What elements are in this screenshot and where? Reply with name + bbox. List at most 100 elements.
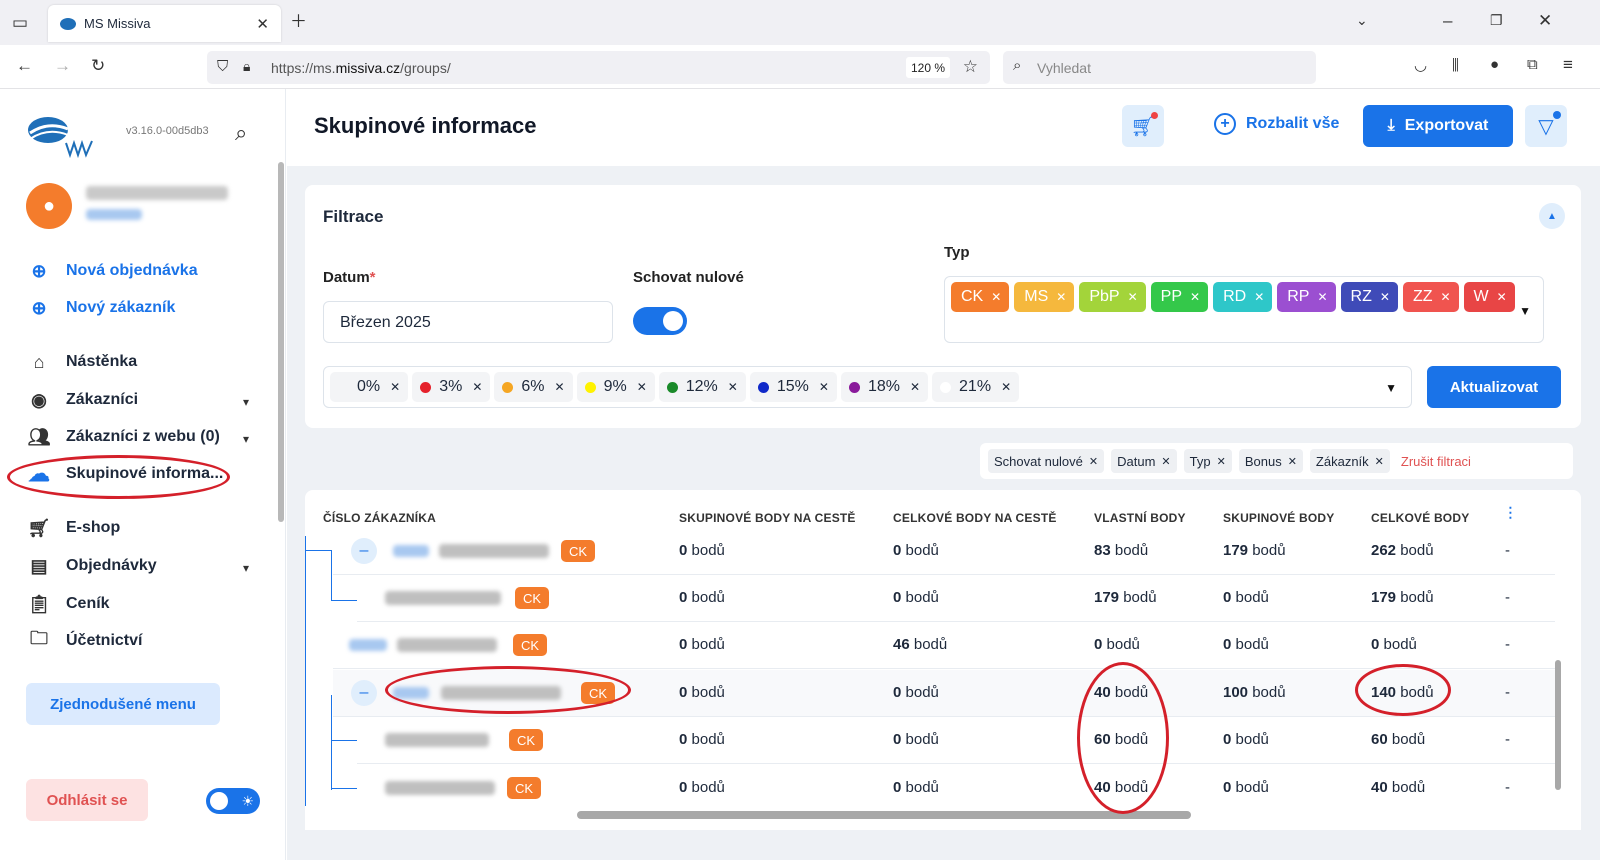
sidebar-item-customers[interactable]: ◉ Zákazníci xyxy=(26,387,138,413)
column-header[interactable]: SKUPINOVÉ BODY xyxy=(1223,511,1335,525)
remove-icon[interactable]: ✕ xyxy=(819,380,829,394)
back-icon[interactable]: ← xyxy=(16,57,33,74)
account-icon[interactable]: ● xyxy=(1490,57,1499,72)
remove-icon[interactable]: ✕ xyxy=(910,380,920,394)
sidebar-item-eshop[interactable]: 🛒︎ E-shop xyxy=(26,515,121,541)
restore-icon[interactable]: ❐ xyxy=(1490,13,1503,27)
type-chip[interactable]: ZZ ✕ xyxy=(1402,282,1459,312)
active-filter-chip[interactable]: Typ ✕ xyxy=(1183,449,1232,473)
remove-icon[interactable]: ✕ xyxy=(1001,380,1011,394)
column-settings-icon[interactable]: ⫶ xyxy=(1508,504,1513,525)
sidebar-item-orders[interactable]: ▤ Objednávky xyxy=(26,553,156,579)
column-header[interactable]: ČÍSLO ZÁKAZNÍKA xyxy=(323,511,436,525)
bonus-chip[interactable]: 12% ✕ xyxy=(658,372,746,402)
type-chip[interactable]: RD ✕ xyxy=(1213,282,1273,312)
collapse-row-icon[interactable]: – xyxy=(351,538,377,564)
sidebar-item-group-info[interactable]: ☁ Skupinové informa... xyxy=(26,461,223,487)
type-chip[interactable]: PP ✕ xyxy=(1150,282,1209,312)
remove-icon[interactable]: ✕ xyxy=(1089,455,1098,468)
expand-all-button[interactable]: + Rozbalit vše xyxy=(1214,113,1339,135)
browser-tab[interactable]: MS Missiva ✕ xyxy=(48,5,281,42)
zoom-level[interactable]: 120 % xyxy=(906,57,950,78)
active-filter-chip[interactable]: Zákazník ✕ xyxy=(1309,449,1390,473)
remove-icon[interactable]: ✕ xyxy=(728,380,738,394)
address-bar[interactable]: ⛉ 🔒︎ https://ms. missiva.cz/groups/ 120 %… xyxy=(207,51,990,84)
remove-icon[interactable]: ✕ xyxy=(390,380,400,394)
remove-icon[interactable]: ✕ xyxy=(1161,455,1170,468)
active-filter-chip[interactable]: Schovat nulové ✕ xyxy=(988,449,1105,473)
vertical-scrollbar[interactable] xyxy=(1555,660,1561,790)
bookmark-star-icon[interactable]: ☆ xyxy=(963,58,978,75)
sidebar-scrollbar[interactable] xyxy=(278,162,284,522)
remove-icon[interactable]: ✕ xyxy=(1317,290,1327,304)
active-filter-chip[interactable]: Datum ✕ xyxy=(1111,449,1177,473)
pocket-icon[interactable]: ◡ xyxy=(1414,58,1427,73)
bonus-chip[interactable]: 18% ✕ xyxy=(840,372,929,402)
column-header[interactable]: CELKOVÉ BODY xyxy=(1371,511,1469,525)
forward-icon[interactable]: → xyxy=(54,57,71,74)
type-chip[interactable]: MS ✕ xyxy=(1014,282,1075,312)
sidebar-item-dashboard[interactable]: ⌂ Nástěnka xyxy=(26,349,138,375)
update-button[interactable]: Aktualizovat xyxy=(1427,366,1561,408)
remove-icon[interactable]: ✕ xyxy=(555,380,565,394)
remove-icon[interactable]: ✕ xyxy=(991,290,1001,304)
dropdown-caret-icon[interactable]: ▼ xyxy=(1385,381,1397,395)
new-customer-link[interactable]: ⊕ Nový zákazník xyxy=(26,295,175,321)
type-chip[interactable]: PbP ✕ xyxy=(1079,282,1146,312)
filter-button[interactable]: ▽ xyxy=(1525,105,1567,147)
sidebar-item-pricelist[interactable]: 📋︎ Ceník xyxy=(26,591,110,617)
menu-icon[interactable]: ≡ xyxy=(1563,56,1573,73)
remove-icon[interactable]: ✕ xyxy=(1497,290,1507,304)
bonus-chip[interactable]: 6% ✕ xyxy=(494,372,573,402)
tab-overflow-chevron-icon[interactable]: ⌄ xyxy=(1356,13,1368,27)
cart-button[interactable]: 🛒︎ xyxy=(1122,105,1164,147)
bonus-multiselect[interactable]: 0% ✕ 3% ✕ 6% ✕ 9% ✕ 12% ✕ 15% ✕ 18% ✕ 21% ✕ ▼ xyxy=(323,366,1412,408)
logout-button[interactable]: Odhlásit se xyxy=(26,779,148,821)
dropdown-caret-icon[interactable]: ▼ xyxy=(1519,304,1531,318)
remove-icon[interactable]: ✕ xyxy=(472,380,482,394)
tab-list-icon[interactable]: ▭ xyxy=(12,14,28,31)
remove-icon[interactable]: ✕ xyxy=(1128,290,1138,304)
close-tab-icon[interactable]: ✕ xyxy=(256,15,269,33)
type-chip[interactable]: W ✕ xyxy=(1463,282,1515,312)
chevron-down-icon[interactable]: ▾ xyxy=(243,432,249,446)
type-chip[interactable]: RZ ✕ xyxy=(1340,282,1398,312)
bonus-chip[interactable]: 3% ✕ xyxy=(412,372,491,402)
type-chip[interactable]: CK ✕ xyxy=(951,282,1010,312)
shield-icon[interactable]: ⛉ xyxy=(217,59,228,74)
sidebar-item-accounting[interactable]: 🗀︎ Účetnictví xyxy=(26,628,142,654)
browser-search-input[interactable]: ⌕ Vyhledat xyxy=(1003,51,1316,84)
sidebar-item-web-customers[interactable]: 👥︎ Zákazníci z webu (0) xyxy=(26,424,220,450)
remove-icon[interactable]: ✕ xyxy=(1375,455,1384,468)
collapse-filter-icon[interactable]: ▲ xyxy=(1539,203,1565,229)
bonus-chip[interactable]: 15% ✕ xyxy=(749,372,837,402)
collapse-row-icon[interactable]: – xyxy=(351,680,377,706)
column-header[interactable]: VLASTNÍ BODY xyxy=(1094,511,1186,525)
new-order-link[interactable]: ⊕ Nová objednávka xyxy=(26,258,197,284)
column-header[interactable]: SKUPINOVÉ BODY NA CESTĚ xyxy=(679,511,856,525)
user-avatar[interactable]: ● xyxy=(26,183,72,229)
horizontal-scrollbar[interactable] xyxy=(577,811,1191,819)
simple-menu-button[interactable]: Zjednodušené menu xyxy=(26,683,220,725)
reload-icon[interactable]: ↻ xyxy=(91,57,105,74)
library-icon[interactable]: ⫼ xyxy=(1452,58,1459,73)
remove-icon[interactable]: ✕ xyxy=(1440,290,1450,304)
remove-icon[interactable]: ✕ xyxy=(1254,290,1264,304)
type-chip[interactable]: RP ✕ xyxy=(1277,282,1336,312)
remove-icon[interactable]: ✕ xyxy=(1190,290,1200,304)
export-button[interactable]: ⤓ Exportovat xyxy=(1363,105,1513,147)
clear-filters-link[interactable]: Zrušit filtraci xyxy=(1401,454,1471,469)
window-close-icon[interactable]: ✕ xyxy=(1538,12,1552,29)
bonus-chip[interactable]: 21% ✕ xyxy=(932,372,1020,402)
remove-icon[interactable]: ✕ xyxy=(1056,290,1066,304)
column-header[interactable]: CELKOVÉ BODY NA CESTĚ xyxy=(893,511,1057,525)
chevron-down-icon[interactable]: ▾ xyxy=(243,395,249,409)
lock-icon[interactable]: 🔒︎ xyxy=(243,59,250,73)
date-select[interactable]: Březen 2025 xyxy=(323,301,613,343)
sidebar-search-icon[interactable]: ⌕ xyxy=(235,122,247,144)
remove-icon[interactable]: ✕ xyxy=(1217,455,1226,468)
remove-icon[interactable]: ✕ xyxy=(1380,290,1390,304)
chevron-down-icon[interactable]: ▾ xyxy=(243,561,249,575)
remove-icon[interactable]: ✕ xyxy=(1288,455,1297,468)
theme-toggle[interactable]: ☀ xyxy=(206,788,260,814)
